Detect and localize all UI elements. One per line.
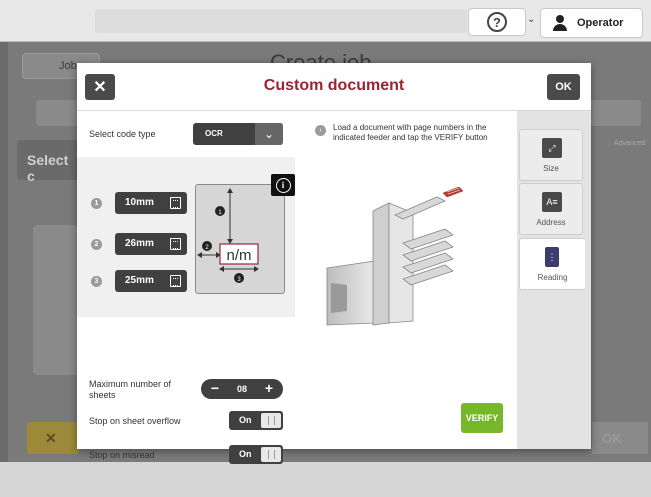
- ok-button[interactable]: OK: [547, 74, 580, 100]
- field-index-1: 1: [91, 198, 102, 209]
- tab-size-label: Size: [543, 164, 559, 173]
- side-tabs: ⤢ Size A≡ Address ⋮ Reading: [517, 111, 591, 449]
- background-ok-button: OK: [592, 422, 648, 454]
- bottom-strip: [0, 462, 651, 497]
- question-circle-icon: ?: [487, 12, 507, 32]
- dialog-header: ✕ Custom document OK: [77, 63, 591, 111]
- offset-3-input[interactable]: 25mm: [115, 270, 187, 292]
- document-preview: 1 2 n/m 3: [195, 184, 285, 294]
- increment-button[interactable]: +: [261, 379, 277, 399]
- background-select: Select c: [17, 140, 79, 184]
- overflow-label: Stop on sheet overflow: [89, 416, 181, 426]
- offset-2-input[interactable]: 26mm: [115, 233, 187, 255]
- overflow-toggle[interactable]: On: [229, 411, 283, 430]
- offset-1-input[interactable]: 10mm: [115, 192, 187, 214]
- arrow-right-icon: ›: [315, 125, 326, 136]
- resize-icon: ⤢: [542, 138, 562, 158]
- misread-toggle[interactable]: On: [229, 445, 283, 464]
- overflow-value: On: [239, 415, 252, 425]
- info-button[interactable]: i: [271, 174, 295, 196]
- code-type-value: OCR: [205, 129, 223, 138]
- verify-button[interactable]: VERIFY: [461, 403, 503, 433]
- background-advanced: Advanced: [592, 138, 648, 178]
- misread-label: Stop on misread: [89, 450, 155, 460]
- tab-address-label: Address: [536, 218, 566, 227]
- chevron-down-icon[interactable]: ⌄: [527, 14, 539, 28]
- ocr-position-diagram: 1 2 n/m 3: [197, 188, 259, 283]
- help-button[interactable]: ?: [468, 8, 526, 36]
- instruction-panel: › Load a document with page numbers in t…: [295, 111, 517, 449]
- settings-panel: Select code type OCR ⌄ 1 10mm 2 26mm 3 2…: [77, 111, 295, 464]
- toggle-knob: [261, 413, 281, 428]
- offset-2-value: 26mm: [125, 238, 154, 249]
- background-cancel-button: ✕: [27, 422, 79, 454]
- chevron-down-icon: ⌄: [255, 123, 283, 145]
- keyboard-icon: [170, 197, 181, 209]
- max-sheets-value: 08: [229, 381, 255, 397]
- tab-reading[interactable]: ⋮ Reading: [519, 238, 585, 290]
- toggle-knob: [261, 447, 281, 462]
- instruction-text: Load a document with page numbers in the…: [333, 123, 488, 142]
- offset-3-value: 25mm: [125, 275, 154, 286]
- top-bar-field: [95, 9, 467, 33]
- user-menu[interactable]: Operator: [540, 8, 643, 38]
- user-label: Operator: [577, 17, 624, 29]
- max-sheets-stepper: − 08 +: [201, 379, 283, 399]
- user-icon: [553, 15, 567, 31]
- keyboard-icon: [170, 275, 181, 287]
- background-card: [33, 225, 79, 375]
- tab-address[interactable]: A≡ Address: [519, 183, 583, 235]
- folder-inserter-illustration: [326, 186, 464, 326]
- tab-size[interactable]: ⤢ Size: [519, 129, 583, 181]
- decrement-button[interactable]: −: [207, 379, 223, 399]
- max-sheets-label: Maximum number of sheets: [89, 379, 172, 400]
- field-index-2: 2: [91, 239, 102, 250]
- code-type-select[interactable]: OCR ⌄: [193, 123, 283, 145]
- tab-reading-label: Reading: [537, 273, 568, 282]
- reading-icon: ⋮: [545, 247, 559, 267]
- document-sample-text: n/m: [226, 247, 251, 264]
- misread-value: On: [239, 449, 252, 459]
- info-icon: i: [275, 177, 291, 193]
- dialog-title: Custom document: [263, 77, 405, 94]
- custom-document-dialog: ✕ Custom document OK Select code type OC…: [77, 63, 591, 464]
- keyboard-icon: [170, 238, 181, 250]
- code-type-label: Select code type: [89, 129, 156, 139]
- top-bar: ? ⌄ Operator: [0, 0, 651, 42]
- offset-1-value: 10mm: [125, 197, 154, 208]
- address-icon: A≡: [542, 192, 562, 212]
- field-index-3: 3: [91, 276, 102, 287]
